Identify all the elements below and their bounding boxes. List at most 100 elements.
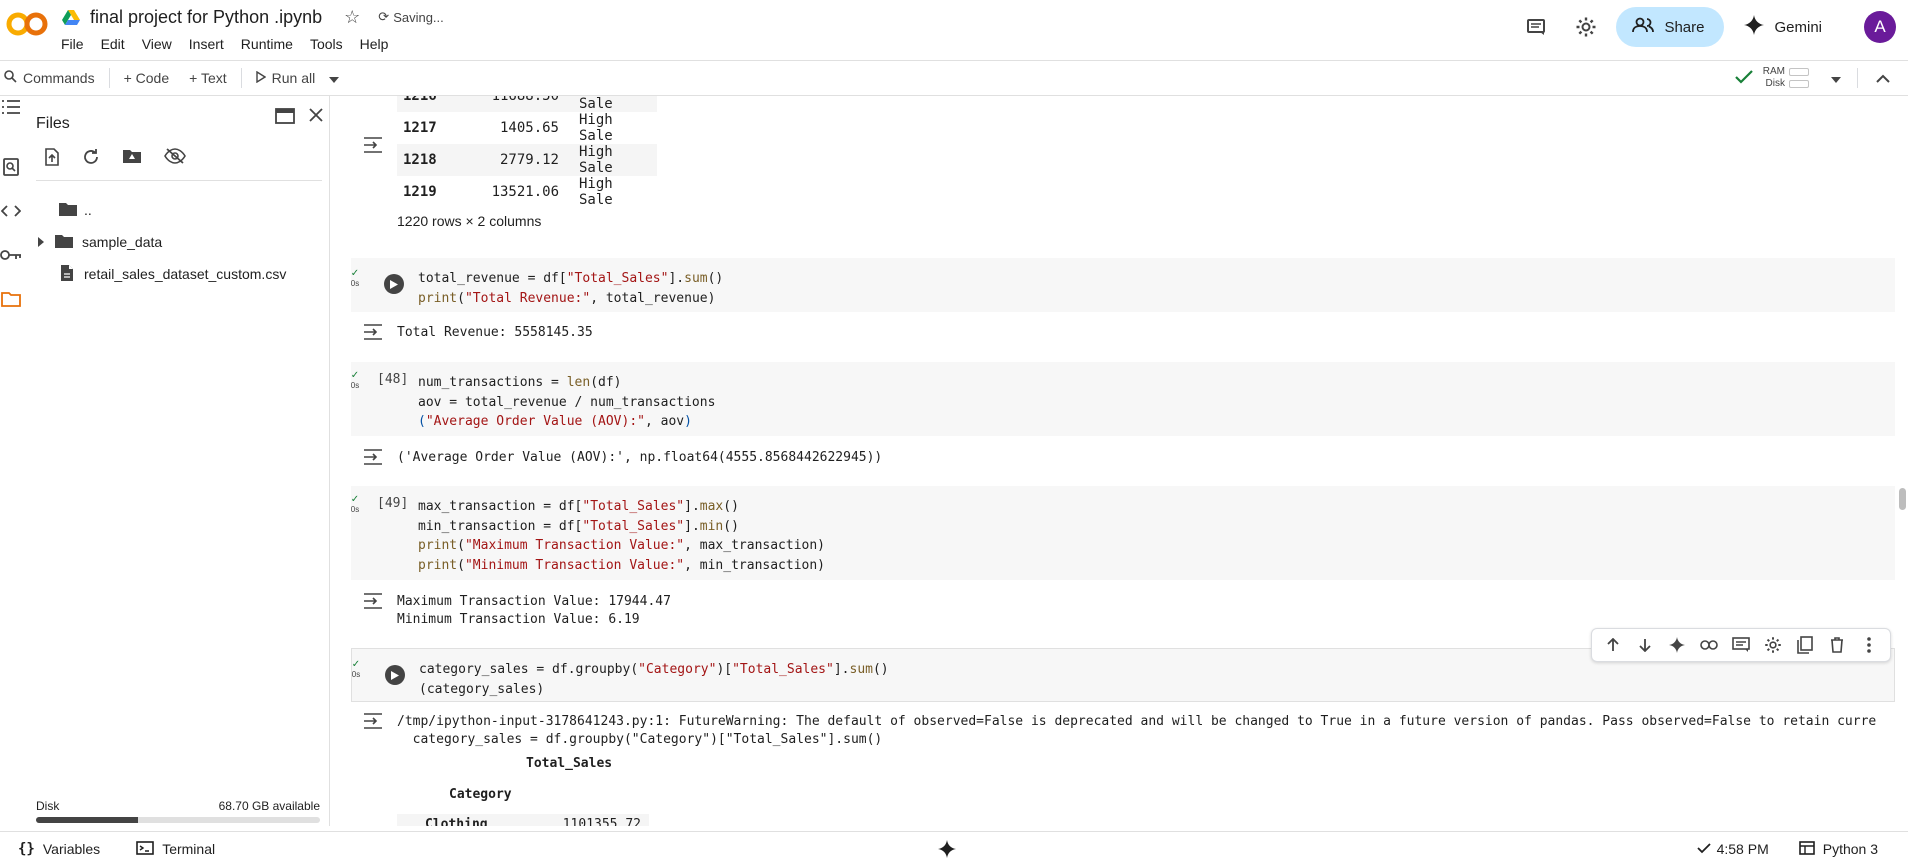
runtime-dropdown-icon[interactable] <box>1831 70 1841 86</box>
table-row: 1218 2779.12 High Sale <box>397 144 657 176</box>
run-all-dropdown[interactable] <box>325 61 343 95</box>
row-value: 1405.65 <box>499 120 559 136</box>
tree-item-csv[interactable]: retail_sales_dataset_custom.csv <box>60 261 286 287</box>
disk-bar <box>1789 80 1809 88</box>
collapse-chevron-up-icon[interactable] <box>1876 70 1890 86</box>
star-icon[interactable]: ☆ <box>344 7 360 28</box>
disk-usage-fill <box>36 817 139 823</box>
comments-icon[interactable] <box>1518 9 1554 45</box>
kernel-indicator[interactable]: Python 3 <box>1798 840 1878 858</box>
commands-button[interactable]: Commands <box>0 61 105 95</box>
save-status: ⟳ Saving... <box>378 9 444 25</box>
toolbar-divider <box>1857 68 1858 88</box>
code-cell-total-revenue[interactable]: ✓ 0s total_revenue = df["Total_Sales"].su… <box>351 258 1895 312</box>
link-icon[interactable] <box>1698 634 1720 656</box>
ram-bar <box>1789 68 1809 76</box>
hide-files-icon[interactable] <box>164 148 186 171</box>
code-editor[interactable]: category_sales = df.groupby("Category")[… <box>419 660 889 699</box>
code-editor[interactable]: max_transaction = df["Total_Sales"].max(… <box>418 497 825 575</box>
menu-runtime[interactable]: Runtime <box>241 36 300 52</box>
colab-logo[interactable] <box>6 10 48 38</box>
code-editor[interactable]: total_revenue = df["Total_Sales"].sum() … <box>418 269 723 308</box>
braces-icon: {} <box>18 841 35 857</box>
menu-file[interactable]: File <box>61 36 91 52</box>
close-icon[interactable] <box>309 108 323 129</box>
mirror-cell-icon[interactable] <box>1794 634 1816 656</box>
share-button[interactable]: Share <box>1616 7 1725 47</box>
move-down-icon[interactable] <box>1634 634 1656 656</box>
disk-available-text: 68.70 GB available <box>218 799 320 813</box>
tree-item-label: .. <box>84 202 92 218</box>
refresh-icon[interactable] <box>82 148 100 171</box>
cell-output: Total Revenue: 5558145.35 <box>397 325 593 340</box>
caret-down-icon <box>329 70 340 86</box>
tree-item-label: retail_sales_dataset_custom.csv <box>84 266 287 282</box>
terminal-button[interactable]: Terminal <box>136 840 216 858</box>
play-icon <box>255 70 266 86</box>
connected-check-icon[interactable] <box>1734 69 1753 87</box>
gemini-sparkle-icon <box>1744 15 1765 39</box>
code-cell-aov[interactable]: ✓ 0s [48] num_transactions = len(df) aov … <box>351 362 1895 436</box>
more-options-icon[interactable] <box>1858 634 1880 656</box>
save-status-text: Saving... <box>393 9 444 25</box>
menu-insert[interactable]: Insert <box>189 36 231 52</box>
terminal-label: Terminal <box>162 841 216 857</box>
upload-icon[interactable] <box>44 148 60 171</box>
table-row: 1219 13521.06 High Sale <box>397 176 657 208</box>
share-label: Share <box>1664 18 1705 36</box>
add-text-button[interactable]: + Text <box>179 61 237 95</box>
find-replace-icon[interactable] <box>0 156 22 178</box>
resource-indicator[interactable]: RAM Disk <box>1763 66 1809 90</box>
expand-arrow-icon[interactable] <box>38 234 44 250</box>
cell-exec-status: ✓ 0s <box>350 494 360 514</box>
menu-edit[interactable]: Edit <box>101 36 132 52</box>
menu-view[interactable]: View <box>142 36 179 52</box>
files-divider <box>36 180 322 181</box>
notebook-title[interactable]: final project for Python .ipynb <box>90 7 322 28</box>
output-toggle-icon[interactable] <box>362 448 384 466</box>
row-index: 1218 <box>397 144 477 176</box>
menu-bar: File Edit View Insert Runtime Tools Help <box>61 36 405 52</box>
run-cell-button[interactable] <box>385 665 405 685</box>
disk-label: Disk <box>1765 78 1785 89</box>
variables-button[interactable]: {} Variables <box>18 841 100 857</box>
comment-icon[interactable] <box>1730 634 1752 656</box>
dataframe-table: 121611688.50High Sale12171405.65High Sal… <box>397 96 657 208</box>
tree-item-parent[interactable]: .. <box>58 197 92 223</box>
scrollbar-thumb[interactable] <box>1899 488 1906 510</box>
output-toggle-icon[interactable] <box>362 592 384 610</box>
add-code-button[interactable]: + Code <box>114 61 180 95</box>
code-snippets-icon[interactable] <box>0 200 22 222</box>
move-up-icon[interactable] <box>1602 634 1624 656</box>
gemini-sparkle-icon[interactable] <box>938 840 956 861</box>
folder-icon <box>54 233 74 252</box>
files-folder-icon[interactable] <box>0 288 22 310</box>
menu-help[interactable]: Help <box>360 36 396 52</box>
cell-settings-gear-icon[interactable] <box>1762 634 1784 656</box>
row-index: 1217 <box>403 120 437 136</box>
run-cell-button[interactable] <box>384 274 404 294</box>
secrets-key-icon[interactable] <box>0 244 22 266</box>
tree-item-sample-data[interactable]: sample_data <box>38 229 162 255</box>
delete-trash-icon[interactable] <box>1826 634 1848 656</box>
dataframe-shape-text: 1220 rows × 2 columns <box>397 213 542 229</box>
output-toggle-icon[interactable] <box>362 712 384 730</box>
settings-gear-icon[interactable] <box>1568 9 1604 45</box>
code-editor[interactable]: num_transactions = len(df) aov = total_r… <box>418 373 715 432</box>
gemini-button[interactable]: Gemini <box>1744 15 1822 39</box>
toolbar-divider <box>108 68 110 88</box>
output-toggle-icon[interactable] <box>362 136 384 154</box>
run-all-button[interactable]: Run all <box>246 61 326 95</box>
gemini-sparkle-icon[interactable] <box>1666 634 1688 656</box>
menu-tools[interactable]: Tools <box>310 36 350 52</box>
open-in-tab-icon[interactable] <box>275 108 295 129</box>
status-bar: {} Variables Terminal 4:58 PM Python 3 <box>0 831 1908 866</box>
code-cell-max-min[interactable]: ✓ 0s [49] max_transaction = df["Total_Sal… <box>351 486 1895 580</box>
avatar[interactable]: A <box>1864 11 1896 43</box>
row-label: High Sale <box>579 112 613 144</box>
output-toggle-icon[interactable] <box>362 323 384 341</box>
execution-status[interactable]: 4:58 PM <box>1696 841 1769 857</box>
mount-drive-icon[interactable] <box>122 148 142 171</box>
kernel-label: Python 3 <box>1822 841 1878 857</box>
table-of-contents-icon[interactable] <box>0 96 22 118</box>
